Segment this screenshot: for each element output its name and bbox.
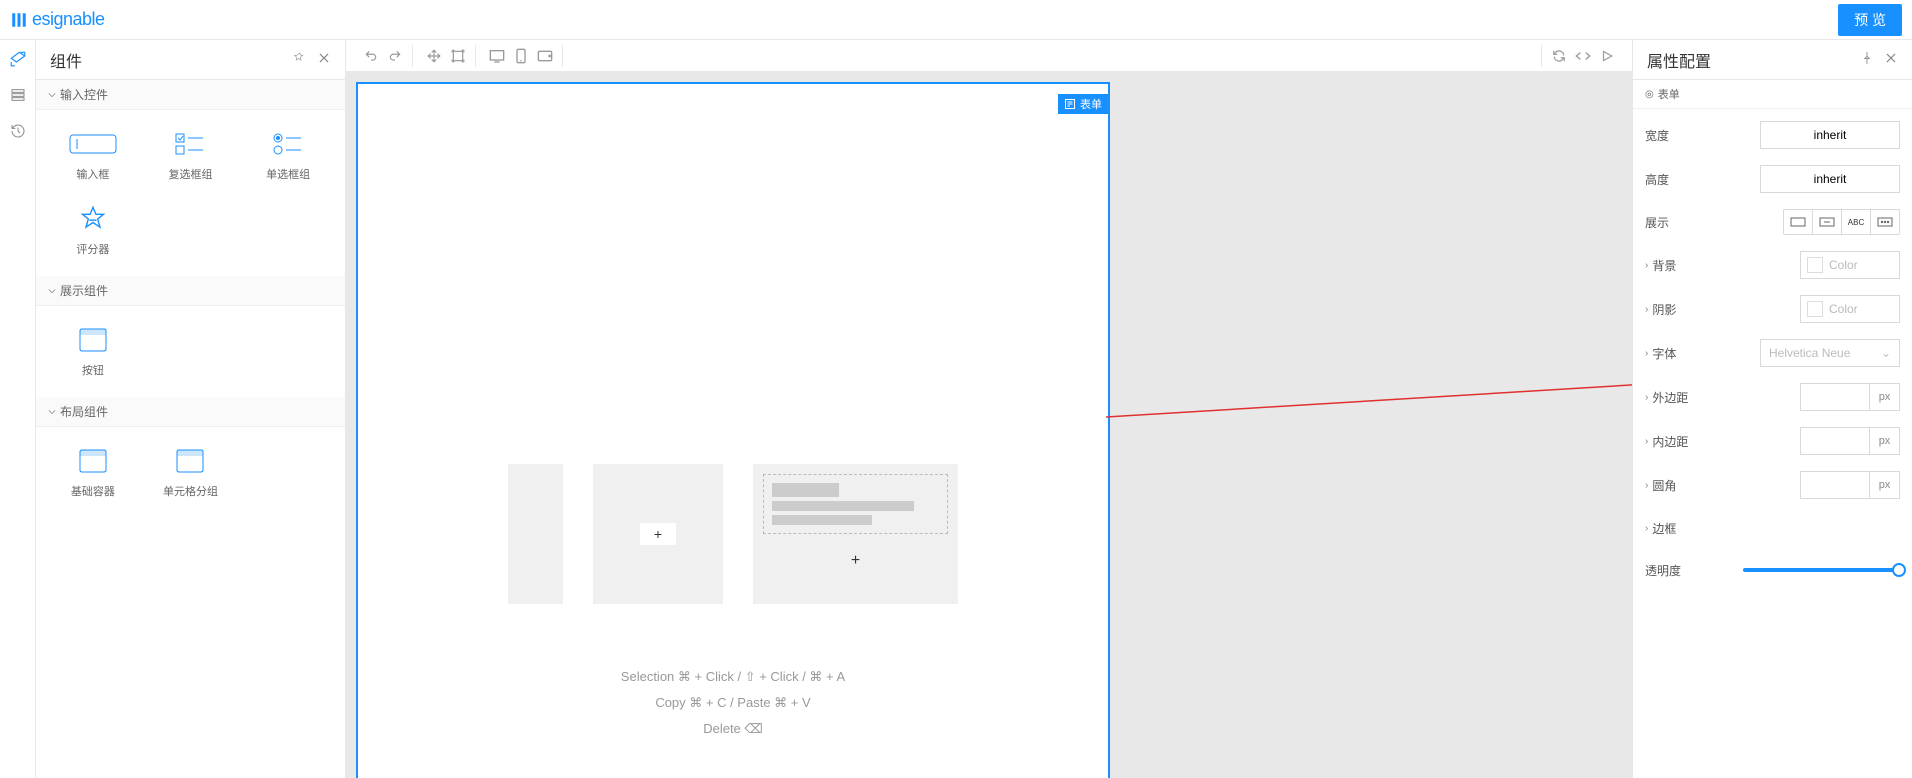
chevron-right-icon: › — [1645, 260, 1648, 271]
display-seg-more[interactable] — [1870, 209, 1900, 235]
prop-border-label[interactable]: ›边框 — [1645, 520, 1735, 537]
display-seg-inline[interactable]: ABC — [1841, 209, 1871, 235]
prop-margin-input[interactable]: px — [1800, 383, 1900, 411]
chevron-right-icon: › — [1645, 392, 1648, 403]
close-icon[interactable] — [317, 51, 331, 68]
properties-panel: 属性配置 ◎ 表单 宽度 高度 展示 — [1632, 40, 1912, 778]
chevron-down-icon — [48, 287, 56, 295]
display-seg-inline-block[interactable] — [1812, 209, 1842, 235]
demo-block-form-preview[interactable]: + — [753, 464, 958, 604]
chevron-right-icon: › — [1645, 480, 1648, 491]
display-seg-block[interactable] — [1783, 209, 1813, 235]
chevron-down-icon — [48, 91, 56, 99]
placeholder-line — [772, 483, 839, 497]
chevron-right-icon: › — [1645, 436, 1648, 447]
artboard-form[interactable]: 表单 + + — [356, 82, 1110, 778]
section-layout-components[interactable]: 布局组件 — [36, 397, 345, 427]
components-panel: 组件 输入控件 输入框 复选框组 — [36, 40, 346, 778]
prop-margin-label[interactable]: ›外边距 — [1645, 389, 1735, 406]
history-rail-icon[interactable] — [9, 122, 27, 140]
component-radio-group[interactable]: 单选框组 — [239, 118, 337, 193]
prop-height-label: 高度 — [1645, 171, 1735, 188]
pin-icon[interactable] — [293, 51, 307, 68]
breadcrumb[interactable]: ◎ 表单 — [1633, 80, 1912, 109]
chevron-down-icon: ⌄ — [1881, 346, 1891, 360]
pin-icon[interactable] — [1860, 51, 1874, 68]
slider-thumb[interactable] — [1892, 563, 1906, 577]
prop-background-color[interactable]: Color — [1800, 251, 1900, 279]
prop-background-label[interactable]: ›背景 — [1645, 257, 1735, 274]
prop-radius-label[interactable]: ›圆角 — [1645, 477, 1735, 494]
placeholder-line — [772, 515, 872, 525]
undo-button[interactable] — [360, 46, 382, 66]
prop-width-label: 宽度 — [1645, 127, 1735, 144]
prop-opacity-slider[interactable] — [1743, 568, 1900, 572]
move-tool-icon[interactable] — [423, 46, 445, 66]
prop-shadow-label[interactable]: ›阴影 — [1645, 301, 1735, 318]
selection-tag: 表单 — [1058, 94, 1108, 114]
prop-display-label: 展示 — [1645, 214, 1735, 231]
components-rail-icon[interactable] — [9, 50, 27, 68]
prop-padding-input[interactable]: px — [1800, 427, 1900, 455]
app-header: esignable 预 览 — [0, 0, 1912, 40]
refresh-icon[interactable] — [1548, 46, 1570, 66]
canvas-toolbar — [346, 40, 1632, 72]
logo-icon — [10, 11, 28, 29]
code-icon[interactable] — [1572, 46, 1594, 66]
logo-text: esignable — [32, 9, 105, 30]
keyboard-hints: Selection ⌘ + Click / ⇧ + Click / ⌘ + A … — [621, 664, 845, 742]
prop-radius-input[interactable]: px — [1800, 471, 1900, 499]
plus-icon[interactable]: + — [640, 523, 676, 545]
component-cell-group[interactable]: 单元格分组 — [142, 435, 240, 510]
chevron-right-icon: › — [1645, 348, 1648, 359]
properties-panel-title: 属性配置 — [1647, 48, 1711, 72]
component-input[interactable]: 输入框 — [44, 118, 142, 193]
prop-font-select[interactable]: Helvetica Neue⌄ — [1760, 339, 1900, 367]
layers-rail-icon[interactable] — [9, 86, 27, 104]
section-input-controls[interactable]: 输入控件 — [36, 80, 345, 110]
demo-block-narrow[interactable] — [508, 464, 563, 604]
chevron-right-icon: › — [1645, 523, 1648, 534]
device-tablet-icon[interactable] — [534, 46, 556, 66]
canvas-demo-blocks: + + — [508, 464, 958, 604]
section-display-components[interactable]: 展示组件 — [36, 276, 345, 306]
chevron-down-icon — [48, 408, 56, 416]
prop-opacity-label: 透明度 — [1645, 562, 1735, 579]
close-icon[interactable] — [1884, 51, 1898, 68]
bounds-tool-icon[interactable] — [447, 46, 469, 66]
component-button[interactable]: 按钮 — [44, 314, 142, 389]
prop-shadow-color[interactable]: Color — [1800, 295, 1900, 323]
prop-font-label[interactable]: ›字体 — [1645, 345, 1735, 362]
placeholder-line — [772, 501, 914, 511]
play-icon[interactable] — [1596, 46, 1618, 66]
prop-display-segments: ABC — [1783, 209, 1900, 235]
prop-height-input[interactable] — [1760, 165, 1900, 193]
prop-padding-label[interactable]: ›内边距 — [1645, 433, 1735, 450]
preview-button[interactable]: 预 览 — [1838, 4, 1902, 36]
plus-icon[interactable]: + — [851, 552, 860, 570]
canvas-area: 表单 + + — [346, 40, 1632, 778]
prop-width-input[interactable] — [1760, 121, 1900, 149]
left-rail — [0, 40, 36, 778]
logo: esignable — [10, 9, 105, 30]
device-mobile-icon[interactable] — [510, 46, 532, 66]
annotation-arrow — [1106, 362, 1632, 422]
demo-block-add[interactable]: + — [593, 464, 723, 604]
form-icon — [1064, 98, 1076, 110]
chevron-right-icon: › — [1645, 304, 1648, 315]
component-basic-container[interactable]: 基础容器 — [44, 435, 142, 510]
component-checkbox-group[interactable]: 复选框组 — [142, 118, 240, 193]
component-rater[interactable]: 评分器 — [44, 193, 142, 268]
device-desktop-icon[interactable] — [486, 46, 508, 66]
redo-button[interactable] — [384, 46, 406, 66]
target-icon: ◎ — [1645, 89, 1654, 100]
components-panel-title: 组件 — [50, 48, 82, 72]
